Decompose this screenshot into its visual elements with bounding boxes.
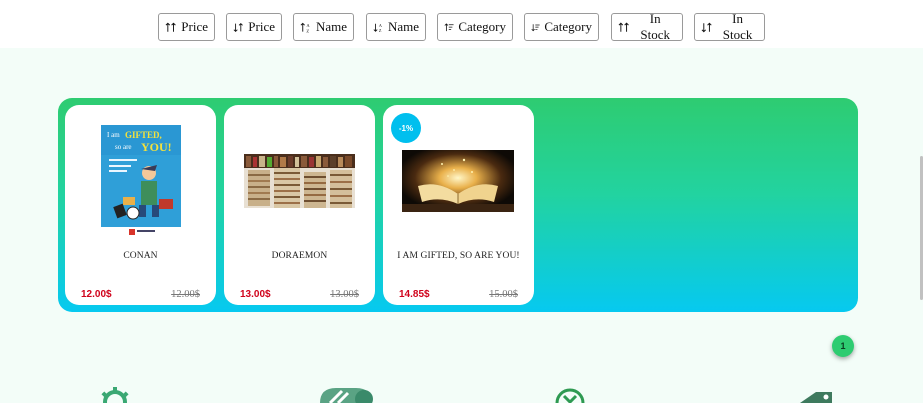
sort-ascending-icon [618, 22, 629, 32]
sort-label: Name [387, 19, 419, 34]
discount-badge: -1% [391, 113, 421, 143]
circle-check-icon [555, 388, 585, 403]
sort-list-ascending-icon [444, 22, 454, 31]
product-image[interactable] [402, 150, 514, 212]
sort-category-desc-button[interactable]: Category [524, 13, 599, 41]
svg-text:I am: I am [107, 131, 120, 139]
gear-icon [101, 387, 129, 403]
sort-price-desc-button[interactable]: Price [226, 13, 282, 41]
tag-icon [800, 392, 832, 403]
sort-alpha-descending-icon: AZ [373, 23, 382, 33]
sort-instock-desc-button[interactable]: In Stock [694, 11, 765, 42]
svg-text:A: A [306, 23, 310, 28]
sort-label: Category [544, 19, 592, 34]
sort-label: Category [458, 19, 506, 34]
product-old-price: 13.00$ [330, 289, 359, 300]
product-title: I AM GIFTED, SO ARE YOU! [397, 251, 520, 261]
sort-list-descending-icon [531, 23, 540, 31]
product-old-price: 15.00$ [489, 289, 518, 300]
sort-descending-icon [701, 22, 712, 32]
svg-text:Z: Z [379, 28, 382, 33]
sort-instock-asc-button[interactable]: In Stock [611, 11, 683, 42]
product-image[interactable] [244, 154, 355, 208]
svg-text:GIFTED,: GIFTED, [125, 130, 162, 140]
product-card[interactable]: -1% I AM GIFTED, SO ARE YOU! 14.85$ 15.0… [383, 105, 534, 305]
sort-label: Name [315, 19, 347, 34]
product-card[interactable]: I am GIFTED, so are YOU! CONAN 12.00$ 12… [65, 105, 216, 305]
pagination-page-button[interactable]: 1 [832, 335, 854, 357]
toggle-icon [320, 388, 373, 403]
product-card[interactable]: DORAEMON 13.00$ 13.00$ [224, 105, 375, 305]
sort-label: In Stock [640, 11, 670, 42]
sort-label: In Stock [722, 11, 753, 42]
sort-category-asc-button[interactable]: Category [437, 13, 513, 41]
product-price: 12.00$ [81, 289, 112, 300]
sort-name-asc-button[interactable]: AZ Name [293, 13, 354, 41]
product-grid: I am GIFTED, so are YOU! CONAN 12.00$ 12… [58, 98, 858, 312]
sort-name-desc-button[interactable]: AZ Name [366, 13, 426, 41]
sort-descending-icon [233, 22, 243, 32]
product-old-price: 12.00$ [171, 289, 200, 300]
product-title: CONAN [123, 251, 158, 261]
svg-text:so are: so are [115, 143, 132, 151]
sort-label: Price [181, 19, 208, 34]
sort-button-row: Price Price AZ Name AZ Name Category Cat… [0, 11, 923, 43]
svg-text:YOU!: YOU! [141, 140, 172, 154]
product-image[interactable]: I am GIFTED, so are YOU! [101, 125, 181, 237]
sort-label: Price [248, 19, 275, 34]
sort-price-asc-button[interactable]: Price [158, 13, 215, 41]
sort-ascending-icon [165, 22, 176, 32]
product-title: DORAEMON [271, 251, 328, 261]
sort-alpha-ascending-icon: AZ [300, 22, 310, 33]
product-price: 13.00$ [240, 289, 271, 300]
svg-text:Z: Z [306, 28, 309, 33]
product-price: 14.85$ [399, 289, 430, 300]
